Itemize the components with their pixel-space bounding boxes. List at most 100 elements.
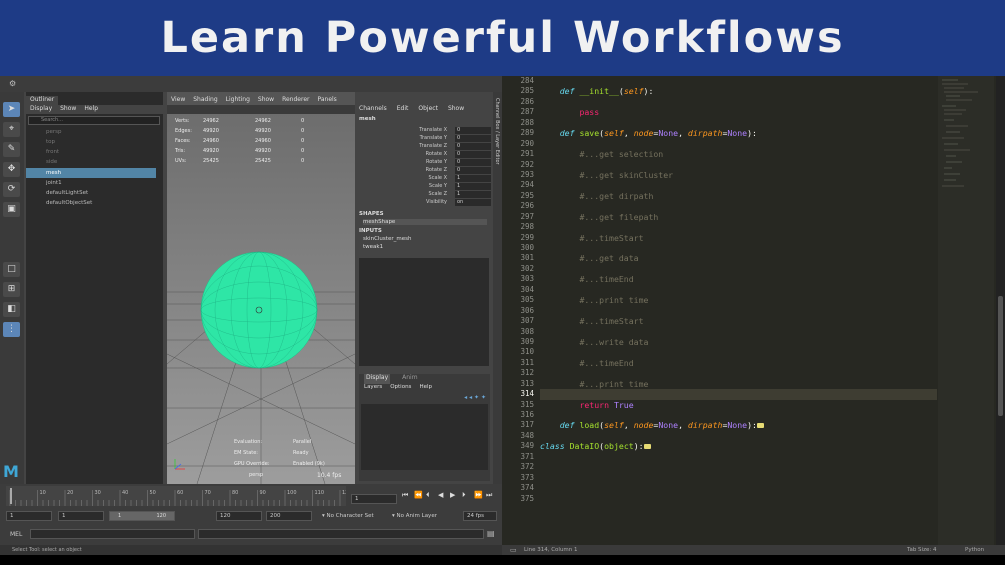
viewport-menu-shading[interactable]: Shading [193, 96, 217, 105]
channel-rotate-z[interactable]: Rotate Z 0 [357, 167, 491, 175]
channel-box-side-tab[interactable]: Channel Box / Layer Editor [493, 92, 502, 484]
channel-translate-z[interactable]: Translate Z 0 [357, 143, 491, 151]
outliner-item-top[interactable]: top [26, 137, 156, 147]
viewport-menu-view[interactable]: View [171, 96, 185, 105]
code-line[interactable]: #...timeEnd [540, 274, 937, 284]
channel-rotate-x[interactable]: Rotate X 0 [357, 151, 491, 159]
channel-value[interactable]: 0 [455, 135, 491, 142]
select-tool-icon[interactable]: ➤ [3, 102, 20, 117]
channel-value[interactable]: 1 [455, 183, 491, 190]
code-line[interactable] [540, 76, 937, 86]
code-line[interactable] [540, 180, 937, 190]
code-line[interactable] [540, 327, 937, 337]
layer-tab-anim[interactable]: Anim [402, 374, 417, 384]
paint-tool-icon[interactable]: ✎ [3, 142, 20, 157]
outliner-item-defaultobjectset[interactable]: defaultObjectSet [26, 198, 156, 208]
code-line[interactable]: #...get data [540, 253, 937, 263]
code-line[interactable]: #...get selection [540, 149, 937, 159]
script-editor-icon[interactable]: ▤ [487, 529, 497, 539]
code-line[interactable]: def load(self, node=None, dirpath=None): [540, 420, 937, 430]
viewport-panel[interactable]: View Shading Lighting Show Renderer Pane… [166, 92, 356, 485]
code-line[interactable] [540, 160, 937, 170]
fold-marker-icon[interactable] [756, 423, 764, 429]
code-line[interactable] [540, 410, 937, 420]
current-frame-field[interactable]: 1 [351, 494, 397, 504]
layer-menu-options[interactable]: Options [390, 384, 411, 393]
layer-menu-layers[interactable]: Layers [364, 384, 382, 393]
code-line[interactable] [540, 264, 937, 274]
channel-scale-z[interactable]: Scale Z 1 [357, 191, 491, 199]
channels-menu-object[interactable]: Object [418, 105, 438, 114]
channels-menu-channels[interactable]: Channels [359, 105, 387, 114]
playback-end-field[interactable]: 120 [216, 511, 262, 521]
code-line[interactable] [540, 462, 937, 472]
outliner-item-front[interactable]: front [26, 147, 156, 157]
four-view-layout-icon[interactable]: ⊞ [3, 282, 20, 297]
two-view-layout-icon[interactable]: ◧ [3, 302, 20, 317]
outliner-search-input[interactable]: Search... [28, 116, 160, 125]
code-line[interactable] [540, 118, 937, 128]
fps-dropdown[interactable]: 24 fps [463, 511, 497, 521]
code-line[interactable]: #...timeStart [540, 316, 937, 326]
viewport-menu-renderer[interactable]: Renderer [282, 96, 309, 105]
gear-icon[interactable]: ⚙ [9, 79, 16, 88]
code-editor[interactable]: 284 285 286 287 288 289 290 291 292 293 294 295 296 2… [502, 76, 1005, 555]
step-back-frame-icon[interactable]: ⏴ [426, 491, 434, 500]
layer-tab-display[interactable]: Display [364, 374, 391, 384]
tab-size-indicator[interactable]: Tab Size: 4 [907, 545, 936, 555]
code-line[interactable] [540, 389, 937, 400]
code-line[interactable] [540, 97, 937, 107]
viewport-scene[interactable] [166, 114, 356, 485]
code-line[interactable] [540, 483, 937, 493]
step-forward-frame-icon[interactable]: ⏵ [462, 491, 470, 500]
code-line[interactable]: class DataIO(object): [540, 441, 937, 451]
channel-value[interactable]: 0 [455, 159, 491, 166]
viewport-menu-panels[interactable]: Panels [317, 96, 336, 105]
channel-value[interactable]: 0 [455, 127, 491, 134]
channel-value[interactable]: 0 [455, 167, 491, 174]
range-slider[interactable]: 1 120 [109, 511, 175, 521]
code-line[interactable] [540, 139, 937, 149]
code-line[interactable]: def save(self, node=None, dirpath=None): [540, 128, 937, 138]
channels-menu-show[interactable]: Show [448, 105, 464, 114]
code-line[interactable]: #...get dirpath [540, 191, 937, 201]
step-forward-key-icon[interactable]: ⏩ [474, 491, 483, 500]
code-line[interactable]: pass [540, 107, 937, 117]
code-line[interactable]: def __init__(self): [540, 86, 937, 96]
code-line[interactable]: #...write data [540, 337, 937, 347]
code-area[interactable]: def __init__(self): pass def save(self, … [540, 76, 937, 546]
code-line[interactable] [540, 201, 937, 211]
go-to-start-icon[interactable]: ⏮ [402, 491, 410, 500]
time-ruler[interactable]: 10 20 30 40 50 60 70 80 90 100 110 120 [6, 486, 352, 506]
outliner-menu-show[interactable]: Show [60, 105, 76, 114]
new-layer-icon[interactable]: ✦ [474, 394, 479, 401]
code-line[interactable] [540, 347, 937, 357]
code-line[interactable]: #...get filepath [540, 212, 937, 222]
code-line[interactable]: #...get skinCluster [540, 170, 937, 180]
code-line[interactable] [540, 243, 937, 253]
code-minimap[interactable] [938, 76, 994, 546]
fold-marker-icon[interactable] [643, 444, 651, 450]
move-tool-icon[interactable]: ✥ [3, 162, 20, 177]
outliner-item-side[interactable]: side [26, 157, 156, 167]
outliner-item-defaultlightset[interactable]: defaultLightSet [26, 188, 156, 198]
channel-scale-x[interactable]: Scale X 1 [357, 175, 491, 183]
channel-translate-x[interactable]: Translate X 0 [357, 127, 491, 135]
channel-visibility[interactable]: Visibility on [357, 199, 491, 207]
status-panel-icon[interactable]: ▭ [510, 545, 517, 555]
code-line[interactable] [540, 368, 937, 378]
play-backwards-icon[interactable]: ◀ [438, 491, 446, 500]
channel-value[interactable]: on [455, 199, 491, 206]
outliner-item-mesh[interactable]: mesh [26, 168, 156, 178]
code-line[interactable] [540, 306, 937, 316]
channel-rotate-y[interactable]: Rotate Y 0 [357, 159, 491, 167]
input-item[interactable]: tweak1 [363, 244, 383, 250]
editor-scrollbar[interactable] [996, 76, 1005, 546]
new-layer-selected-icon[interactable]: ✦ [481, 394, 486, 401]
outliner-layout-icon[interactable]: ⋮ [3, 322, 20, 337]
playback-start-field[interactable]: 1 [58, 511, 104, 521]
scale-tool-icon[interactable]: ▣ [3, 202, 20, 217]
viewport-menu-show[interactable]: Show [258, 96, 274, 105]
code-line[interactable]: #...print time [540, 379, 937, 389]
channel-translate-y[interactable]: Translate Y 0 [357, 135, 491, 143]
